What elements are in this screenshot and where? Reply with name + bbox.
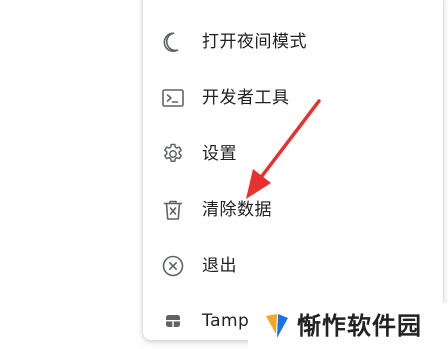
watermark-text: 惭怍软件园 <box>297 312 422 340</box>
watermark-logo-icon <box>264 312 290 340</box>
terminal-icon <box>161 86 185 110</box>
menu-item-clear-data[interactable]: 清除数据 <box>143 190 443 230</box>
menu-item-label: 退出 <box>202 256 237 276</box>
trash-icon <box>161 198 185 222</box>
menu-item-night-mode[interactable]: 打开夜间模式 <box>143 22 443 62</box>
tampermonkey-icon <box>161 309 185 333</box>
menu-item-dev-tools[interactable]: 开发者工具 <box>143 78 443 118</box>
close-circle-icon <box>161 254 185 278</box>
menu-item-label: 清除数据 <box>202 200 272 220</box>
menu-item-label: 打开夜间模式 <box>202 32 307 52</box>
menu-item-settings[interactable]: 设置 <box>143 134 443 174</box>
dropdown-menu: 打开夜间模式 开发者工具 设置 清除数据 退出 Tamp <box>143 0 443 340</box>
menu-item-label: 开发者工具 <box>202 88 290 108</box>
gear-icon <box>161 142 185 166</box>
watermark: 惭怍软件园 <box>248 303 448 349</box>
menu-item-exit[interactable]: 退出 <box>143 246 443 286</box>
menu-item-label: 设置 <box>202 144 237 164</box>
menu-item-label: Tamp <box>202 311 250 331</box>
screen: 打开夜间模式 开发者工具 设置 清除数据 退出 Tamp 惭怍软件园 <box>0 0 448 349</box>
moon-icon <box>161 30 185 54</box>
